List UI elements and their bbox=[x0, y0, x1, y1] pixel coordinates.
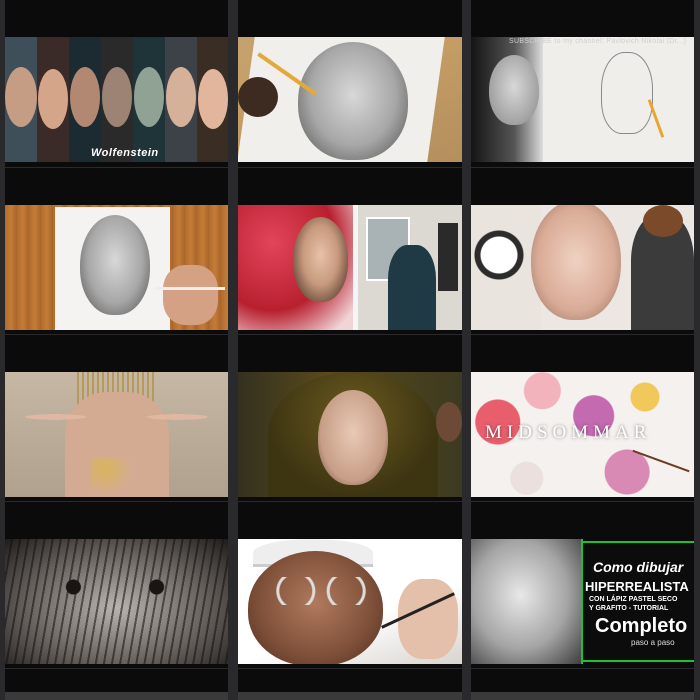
video-card-wolfenstein[interactable]: Wolfenstein bbox=[5, 0, 228, 167]
tutorial-line-2: HIPERREALISTA bbox=[585, 579, 689, 594]
tutorial-line-5: Completo bbox=[595, 615, 688, 637]
glasses bbox=[276, 577, 366, 605]
video-card-pencil-desk[interactable] bbox=[5, 168, 228, 334]
tutorial-line-4: Y GRAFITO - TUTORIAL bbox=[589, 605, 669, 612]
thumbnail-painting-headscarf bbox=[238, 205, 462, 330]
thumbnail-tutorial: Como dibujar HIPERREALISTA CON LÁPIZ PAS… bbox=[471, 539, 694, 664]
video-grid: Wolfenstein SUBSCRIBE to my channel: Pav… bbox=[0, 0, 700, 700]
tutorial-line-6: paso a paso bbox=[631, 638, 675, 647]
midsommar-title: MIDSOMMAR bbox=[485, 422, 652, 443]
thumbnail-pencil-portrait bbox=[238, 37, 462, 162]
video-card-pencil-portrait[interactable] bbox=[238, 0, 462, 167]
video-card-painting-headscarf[interactable] bbox=[238, 168, 462, 334]
character-faces bbox=[5, 37, 228, 162]
sketched-face bbox=[298, 42, 408, 160]
eyes bbox=[50, 579, 180, 595]
hand bbox=[163, 265, 218, 325]
thumbnail-subscribe-drawing bbox=[471, 37, 694, 162]
hands bbox=[15, 402, 218, 432]
tutorial-line-1: Como dibujar bbox=[593, 559, 684, 575]
thumbnail-painting-flowers bbox=[471, 205, 694, 330]
photo-face bbox=[489, 55, 539, 125]
subscribe-caption: SUBSCRIBE to my channel: Pavlovich Nikol… bbox=[509, 38, 687, 45]
video-card-old-man[interactable] bbox=[238, 502, 462, 668]
hand bbox=[398, 579, 458, 659]
pencil-icon bbox=[155, 287, 225, 290]
gold-leaf bbox=[90, 457, 140, 497]
artist-head bbox=[436, 402, 462, 442]
sketched-old-man bbox=[471, 539, 581, 664]
video-card-subscribe-drawing[interactable]: SUBSCRIBE to my channel: Pavlovich Nikol… bbox=[471, 0, 694, 167]
sketched-face bbox=[80, 215, 150, 315]
green-rule-bottom bbox=[583, 660, 694, 662]
painted-face bbox=[293, 217, 348, 302]
frame bbox=[438, 223, 458, 291]
thumbnail-wet-hair bbox=[5, 539, 228, 664]
video-card-veiled-woman[interactable] bbox=[238, 335, 462, 501]
thumbnail-hands-gold bbox=[5, 372, 228, 497]
old-man-face bbox=[248, 551, 383, 664]
video-card-wet-hair[interactable] bbox=[5, 502, 228, 668]
video-card-painting-flowers[interactable] bbox=[471, 168, 694, 334]
video-card-tutorial[interactable]: Como dibujar HIPERREALISTA CON LÁPIZ PAS… bbox=[471, 502, 694, 668]
pencil-icon bbox=[647, 99, 665, 138]
thumbnail-row5-1 bbox=[5, 692, 228, 700]
thumbnail-row5-2 bbox=[238, 692, 462, 700]
green-rule-top bbox=[583, 541, 694, 543]
thumbnail-wolfenstein: Wolfenstein bbox=[5, 37, 228, 162]
wolfenstein-logo: Wolfenstein bbox=[91, 147, 159, 159]
hair-strands bbox=[5, 539, 228, 664]
thumbnail-veiled-woman bbox=[238, 372, 462, 497]
thumbnail-pencil-desk bbox=[5, 205, 228, 330]
video-card-row5-3[interactable] bbox=[471, 669, 694, 700]
tutorial-line-3: CON LÁPIZ PASTEL SECO bbox=[589, 596, 678, 603]
sketch-outline bbox=[601, 52, 653, 134]
hand bbox=[238, 77, 278, 117]
face bbox=[318, 390, 388, 485]
thumbnail-old-man bbox=[238, 539, 462, 664]
thumbnail-row5-3 bbox=[471, 692, 694, 700]
video-card-row5-2[interactable] bbox=[238, 669, 462, 700]
thumbnail-midsommar: MIDSOMMAR bbox=[471, 372, 694, 497]
painted-face bbox=[531, 205, 621, 320]
artist bbox=[388, 245, 436, 330]
artist-hair bbox=[643, 205, 683, 237]
video-card-hands-gold[interactable] bbox=[5, 335, 228, 501]
video-card-row5-1[interactable] bbox=[5, 669, 228, 700]
video-card-midsommar[interactable]: MIDSOMMAR bbox=[471, 335, 694, 501]
